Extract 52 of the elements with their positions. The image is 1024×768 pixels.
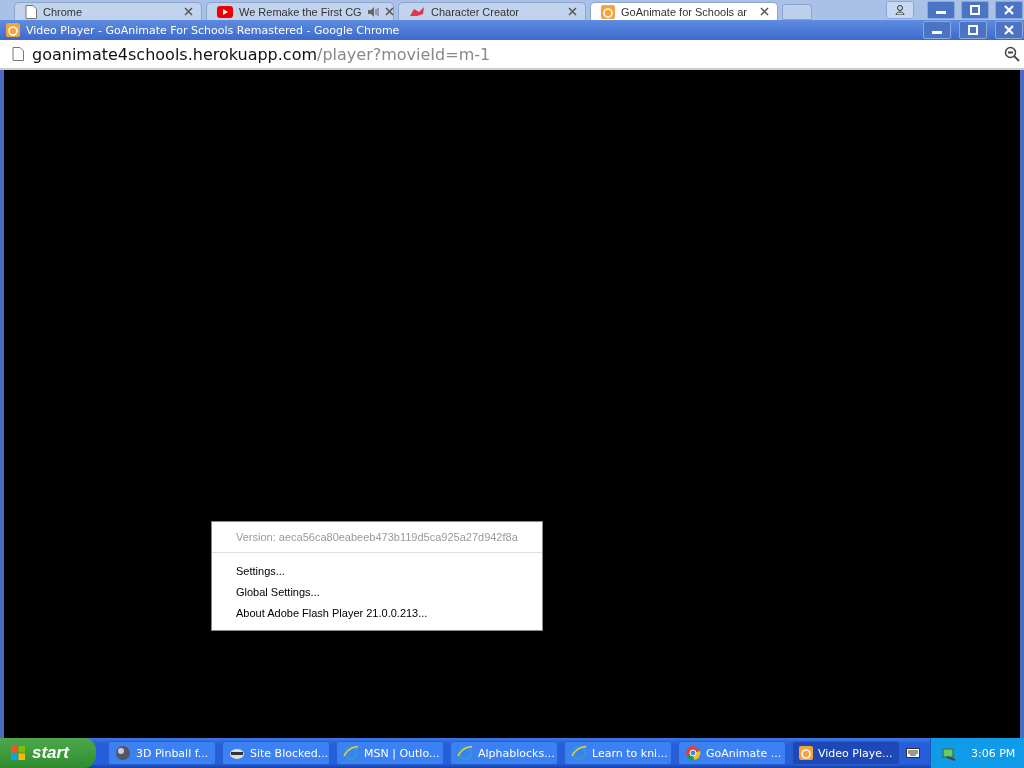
chrome-icon	[685, 745, 701, 761]
menu-item[interactable]: Settings...	[212, 561, 542, 582]
close-icon[interactable]	[568, 7, 577, 16]
close-icon[interactable]	[384, 7, 394, 16]
close-button[interactable]	[995, 1, 1023, 19]
menu-item[interactable]: About Adobe Flash Player 21.0.0.213...	[212, 603, 542, 624]
browser-tab[interactable]: GoAnimate for Schools ar	[590, 2, 778, 20]
menu-item[interactable]: Global Settings...	[212, 582, 542, 603]
browser-tab[interactable]: Chrome	[14, 2, 202, 20]
close-button[interactable]	[995, 21, 1023, 39]
start-button[interactable]: start	[0, 738, 96, 768]
maximize-button[interactable]	[959, 21, 987, 39]
taskbar-button[interactable]: Video Playe...	[792, 741, 900, 765]
browser-icon	[457, 745, 473, 761]
bird-icon	[409, 5, 425, 18]
keyboard-icon[interactable]	[906, 748, 920, 758]
taskbar-button[interactable]: MSN | Outlo...	[336, 741, 444, 765]
close-icon[interactable]	[760, 7, 769, 16]
tab-title: Chrome	[43, 5, 84, 18]
maximize-button[interactable]	[961, 1, 989, 19]
browser-tab[interactable]: We Remake the First CG	[206, 2, 394, 20]
tab-title: Character Creator	[431, 5, 521, 18]
minimize-button[interactable]	[927, 1, 955, 19]
taskbar-button[interactable]: Learn to kni...	[564, 741, 672, 765]
clock-text: 3:06 PM	[971, 746, 1016, 760]
browser-icon	[571, 745, 587, 761]
page-icon	[12, 47, 24, 61]
profile-button[interactable]	[886, 1, 914, 19]
browser-tab[interactable]: Character Creator	[398, 2, 586, 20]
browser-icon	[343, 745, 359, 761]
person-icon	[895, 5, 905, 15]
page-icon	[25, 4, 37, 19]
close-icon	[1004, 25, 1014, 35]
close-icon	[1004, 5, 1014, 15]
tab-title: GoAnimate for Schools ar	[621, 5, 748, 18]
taskbar-button[interactable]: GoAnimate ...	[678, 741, 786, 765]
windows-flag-icon	[10, 745, 26, 761]
taskbar-button[interactable]: 3D Pinball f...	[108, 741, 216, 765]
network-icon[interactable]	[941, 745, 957, 761]
window-title: Video Player - GoAnimate For Schools Remastered - Google Chrome	[26, 23, 400, 37]
taskbar-button[interactable]: Alphablocks...	[450, 741, 558, 765]
ball-icon	[115, 745, 131, 761]
zoom-out-icon[interactable]	[1004, 46, 1020, 62]
logo-icon	[601, 4, 615, 19]
logo-icon	[6, 23, 20, 37]
play-icon	[217, 5, 233, 18]
logo-icon	[799, 746, 813, 760]
version-text: Version: aeca56ca80eabeeb473b119d5ca925a27d942f8a	[236, 530, 518, 544]
tab-title: We Remake the First CG	[239, 5, 362, 18]
taskbar-button[interactable]: Site Blocked...	[222, 741, 330, 765]
close-icon[interactable]	[184, 7, 193, 16]
minimize-button[interactable]	[923, 21, 951, 39]
